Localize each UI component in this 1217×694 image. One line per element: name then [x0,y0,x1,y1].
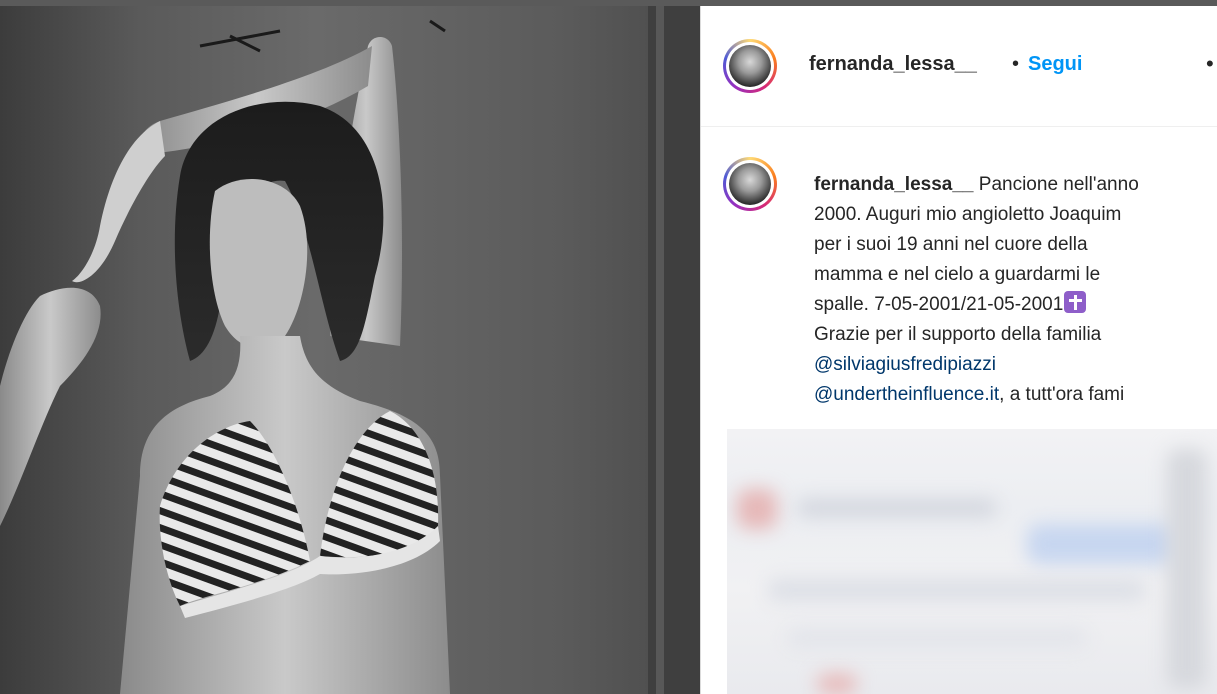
header-username-link[interactable]: fernanda_lessa__ [809,53,977,76]
avatar[interactable] [723,39,777,93]
post-photo[interactable] [0,6,700,694]
caption-line-4: mamma e nel cielo a guardarmi le [814,264,1101,285]
header-separator: • [1012,53,1020,75]
post-header: fernanda_lessa__ • Segui • [701,6,1217,127]
caption-line-1: Pancione nell'anno [973,174,1139,195]
caption-line-6: Grazie per il supporto della familia [814,324,1102,345]
post-panel: fernanda_lessa__ • Segui • fernanda_less… [700,6,1217,694]
portrait-photo-icon [0,6,700,694]
latin-cross-icon [1064,291,1087,313]
caption-line-2: 2000. Auguri mio angioletto Joaquim [814,204,1122,225]
caption-line-3: per i suoi 19 anni nel cuore della [814,234,1088,255]
mention-link[interactable]: @undertheinfluence.it [814,384,999,405]
caption-avatar[interactable] [723,157,777,211]
caption-line-8: , a tutt'ora fami [999,384,1125,405]
post-caption: fernanda_lessa__ Pancione nell'anno 2000… [814,170,1217,410]
mention-link[interactable]: @silviagiusfredipiazzi [814,350,1217,380]
ellipsis-icon[interactable]: • [1206,51,1214,77]
follow-button[interactable]: Segui [1028,53,1082,76]
caption-line-5: spalle. 7-05-2001/21-05-2001 [814,294,1064,315]
caption-username-link[interactable]: fernanda_lessa__ [814,174,974,195]
blurred-comments-area [727,429,1217,694]
